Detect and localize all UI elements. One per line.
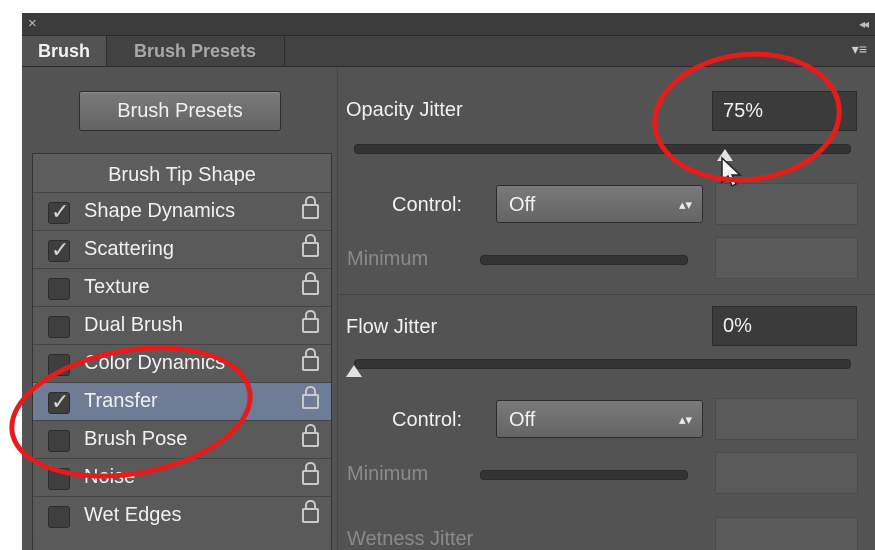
checkbox[interactable] (48, 506, 70, 528)
select-arrows-icon: ▴▾ (678, 412, 692, 427)
flow-jitter-slider-thumb[interactable] (346, 365, 362, 377)
brush-tip-shape-item[interactable]: Brush Tip Shape (33, 154, 331, 192)
checkbox[interactable] (48, 237, 70, 263)
panel-menu-icon[interactable]: ▾≡ (852, 41, 867, 58)
list-item-scattering[interactable]: Scattering (33, 230, 331, 269)
flow-control-value: Off (509, 409, 536, 431)
column-divider (337, 68, 338, 550)
lock-icon[interactable] (302, 272, 319, 295)
panel-titlebar: × ◂◂ (22, 13, 875, 36)
list-item-label: Dual Brush (84, 314, 183, 336)
checkbox[interactable] (48, 278, 70, 300)
opacity-control-value: Off (509, 194, 536, 216)
collapse-icon[interactable]: ◂◂ (859, 14, 869, 34)
list-item-wet-edges[interactable]: Wet Edges (33, 496, 331, 535)
wetness-jitter-field (715, 517, 858, 550)
lock-icon[interactable] (302, 500, 319, 523)
opacity-minimum-field (715, 237, 858, 279)
flow-jitter-label: Flow Jitter (346, 316, 438, 338)
opacity-minimum-slider (480, 255, 688, 265)
lock-icon[interactable] (302, 234, 319, 257)
checkbox[interactable] (48, 316, 70, 338)
flow-minimum-label: Minimum (347, 463, 429, 485)
checkbox[interactable] (48, 199, 70, 225)
section-divider (338, 294, 875, 295)
list-item-texture[interactable]: Texture (33, 268, 331, 307)
lock-icon[interactable] (302, 196, 319, 219)
flow-minimum-slider (480, 470, 688, 480)
brush-presets-button[interactable]: Brush Presets (79, 91, 281, 131)
lock-icon[interactable] (302, 424, 319, 447)
list-item-dual-brush[interactable]: Dual Brush (33, 306, 331, 345)
close-icon[interactable]: × (28, 14, 37, 34)
tab-brush-presets[interactable]: Brush Presets (106, 36, 285, 66)
flow-minimum-field (715, 452, 858, 494)
flow-control-select[interactable]: Off ▴▾ (496, 400, 703, 438)
list-item-label: Scattering (84, 238, 175, 260)
wetness-jitter-label: Wetness Jitter (347, 528, 474, 550)
lock-icon[interactable] (302, 310, 319, 333)
lock-icon[interactable] (302, 348, 319, 371)
tab-brush[interactable]: Brush (22, 36, 107, 66)
flow-control-label: Control: (392, 409, 463, 431)
list-item-label: Texture (84, 276, 150, 298)
opacity-control-select[interactable]: Off ▴▾ (496, 185, 703, 223)
lock-icon[interactable] (302, 462, 319, 485)
flow-jitter-value[interactable]: 0% (712, 306, 857, 346)
list-item-label: Wet Edges (84, 504, 182, 526)
flow-control-field (715, 398, 858, 440)
select-arrows-icon: ▴▾ (678, 197, 692, 212)
opacity-jitter-label: Opacity Jitter (346, 99, 463, 121)
opacity-control-label: Control: (392, 194, 463, 216)
lock-icon[interactable] (302, 386, 319, 409)
list-item-shape-dynamics[interactable]: Shape Dynamics (33, 192, 331, 231)
flow-jitter-slider[interactable] (354, 359, 851, 369)
opacity-minimum-label: Minimum (347, 248, 429, 270)
list-item-label: Shape Dynamics (84, 200, 236, 222)
